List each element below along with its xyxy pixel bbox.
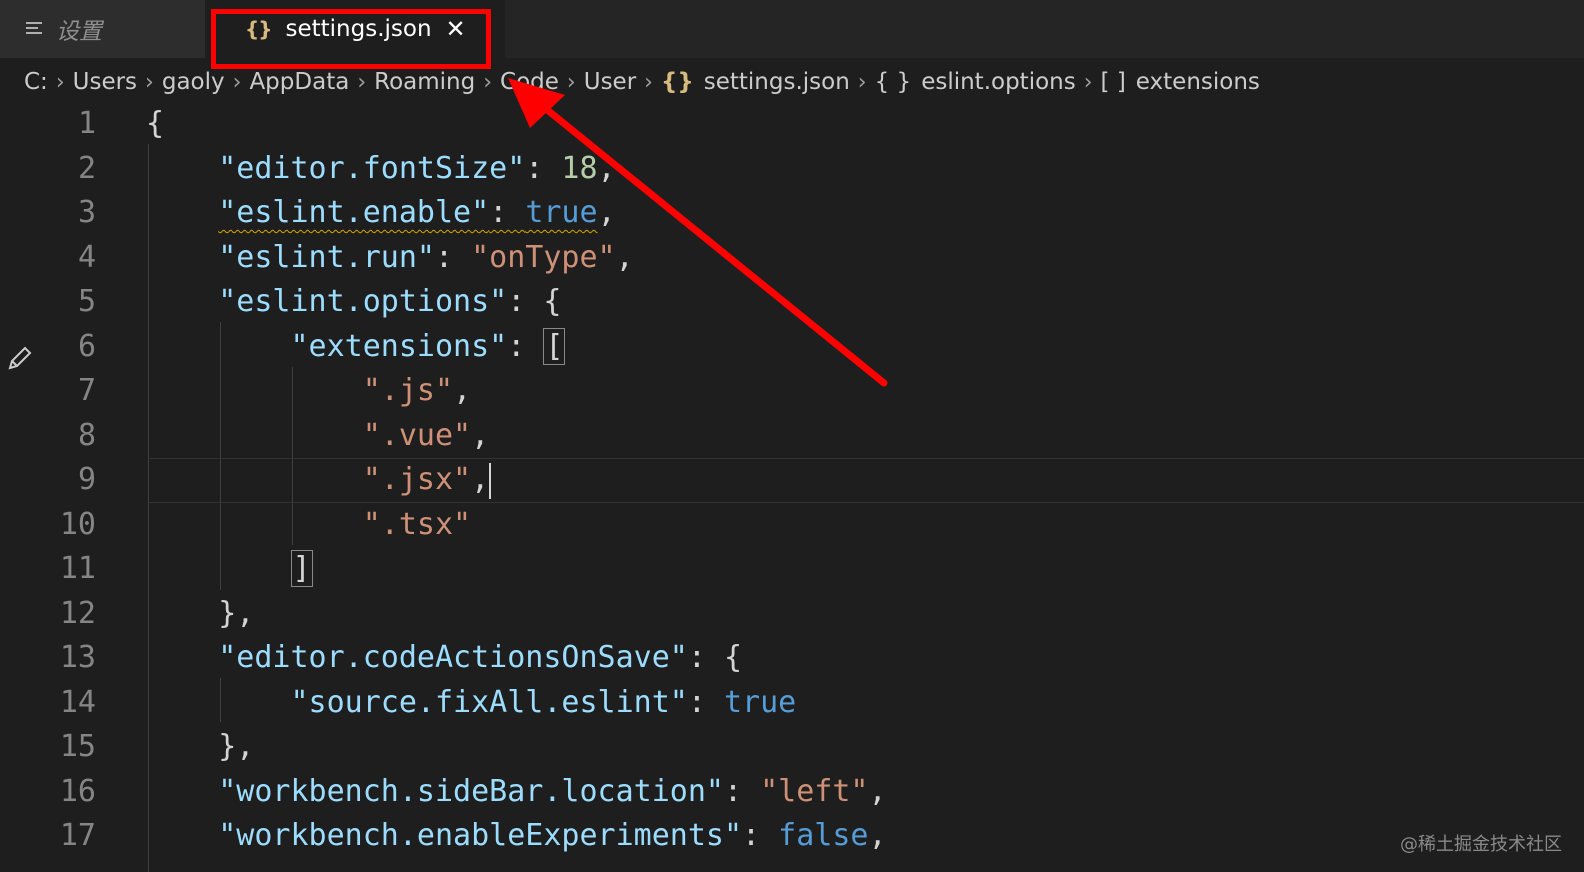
json-value: true	[525, 195, 598, 230]
code-line: 3 "eslint.enable": true,	[0, 191, 1584, 236]
chevron-right-icon: ›	[857, 69, 867, 95]
code-line: 9 ".jsx",	[0, 458, 1584, 503]
json-key: "eslint.enable"	[218, 195, 490, 230]
chevron-right-icon: ›	[232, 69, 242, 95]
breadcrumb-item-code[interactable]: Code	[500, 69, 559, 95]
json-key: "eslint.run"	[218, 239, 435, 275]
line-number: 14	[59, 684, 96, 720]
code-token: {	[723, 640, 743, 675]
line-number: 4	[77, 239, 96, 275]
code-token: },	[218, 729, 255, 764]
code-line: 8 ".vue",	[0, 414, 1584, 459]
breadcrumb-item-eslint-options[interactable]: eslint.options	[921, 69, 1076, 95]
chevron-right-icon: ›	[566, 69, 576, 95]
breadcrumb-item-appdata[interactable]: AppData	[249, 69, 349, 95]
breadcrumb-item-extensions[interactable]: extensions	[1136, 69, 1260, 95]
text-cursor	[489, 462, 492, 499]
watermark: @稀土掘金技术社区	[1400, 834, 1562, 855]
code-line: 10 ".tsx"	[0, 503, 1584, 548]
code-line: 12 },	[0, 592, 1584, 637]
line-number: 7	[77, 373, 96, 408]
code-line: 2 "editor.fontSize": 18,	[0, 147, 1584, 192]
json-value: 18	[561, 150, 598, 186]
code-line: 11 ]	[0, 547, 1584, 592]
line-number: 1	[77, 106, 96, 141]
breadcrumb-item-roaming[interactable]: Roaming	[374, 69, 475, 95]
object-icon: { }	[874, 69, 912, 95]
json-value: ".js"	[362, 373, 454, 408]
json-value: "left"	[760, 773, 869, 809]
code-line: 15 },	[0, 725, 1584, 770]
line-number: 2	[77, 150, 96, 186]
json-key: "workbench.sideBar.location"	[218, 773, 724, 809]
code-line: 16 "workbench.sideBar.location": "left",	[0, 770, 1584, 815]
code-line: 13 "editor.codeActionsOnSave": {	[0, 636, 1584, 681]
line-number: 6	[77, 328, 96, 364]
line-number: 8	[77, 417, 96, 453]
code-line: 7 ".js",	[0, 369, 1584, 414]
code-line: 1 {	[0, 102, 1584, 147]
code-line: 4 "eslint.run": "onType",	[0, 236, 1584, 281]
matched-bracket: ]	[290, 550, 313, 587]
line-number: 11	[59, 551, 96, 586]
code-token: },	[218, 595, 255, 631]
array-icon: [ ]	[1100, 69, 1126, 95]
line-number: 3	[77, 195, 96, 230]
code-line: 6 "extensions": [	[0, 325, 1584, 370]
json-value: ".vue"	[362, 417, 472, 453]
tab-settings-ui[interactable]: 设置	[0, 0, 205, 58]
line-number: 5	[77, 284, 96, 319]
line-number: 13	[59, 640, 96, 675]
line-number: 12	[59, 595, 96, 631]
json-file-icon: {}	[660, 69, 694, 95]
line-number: 9	[77, 462, 96, 497]
chevron-right-icon: ›	[1083, 69, 1093, 95]
code-token: {	[543, 284, 562, 319]
line-number: 10	[59, 506, 96, 542]
breadcrumb: C: › Users › gaoly › AppData › Roaming ›…	[24, 60, 1260, 104]
line-number: 15	[59, 729, 96, 764]
chevron-right-icon: ›	[145, 69, 154, 95]
matched-bracket: [	[543, 327, 566, 365]
breadcrumb-item-user[interactable]: User	[584, 69, 636, 95]
line-number: 16	[59, 773, 96, 809]
json-key: "editor.codeActionsOnSave"	[218, 640, 688, 675]
json-key: "eslint.options"	[218, 284, 508, 319]
code-editor[interactable]: 1 { 2 "editor.fontSize": 18, 3 "eslint.e…	[0, 102, 1584, 872]
code-token: {	[146, 106, 165, 141]
json-value: true	[723, 684, 797, 720]
line-number: 17	[59, 818, 96, 853]
code-line: 14 "source.fixAll.eslint": true	[0, 681, 1584, 726]
json-value: ".jsx"	[362, 462, 472, 497]
json-key: "source.fixAll.eslint"	[290, 684, 688, 720]
json-value: "onType"	[471, 239, 616, 275]
json-value: ".tsx"	[362, 506, 472, 542]
chevron-right-icon: ›	[357, 69, 367, 95]
breadcrumb-item-users[interactable]: Users	[73, 69, 137, 95]
breadcrumb-item-drive[interactable]: C:	[24, 69, 48, 95]
code-line: 5 "eslint.options": {	[0, 280, 1584, 325]
code-line: 17 "workbench.enableExperiments": false,	[0, 814, 1584, 859]
chevron-right-icon: ›	[483, 69, 493, 95]
json-value: false	[778, 818, 869, 853]
menu-icon	[26, 21, 44, 37]
json-key: "extensions"	[290, 328, 508, 364]
breadcrumb-item-settings-json[interactable]: settings.json	[704, 69, 850, 95]
json-key: "workbench.enableExperiments"	[218, 818, 743, 853]
chevron-right-icon: ›	[644, 69, 653, 95]
json-key: "editor.fontSize"	[218, 150, 526, 186]
breadcrumb-item-gaoly[interactable]: gaoly	[162, 69, 225, 95]
chevron-right-icon: ›	[55, 69, 65, 95]
tab-label: 设置	[56, 19, 102, 45]
